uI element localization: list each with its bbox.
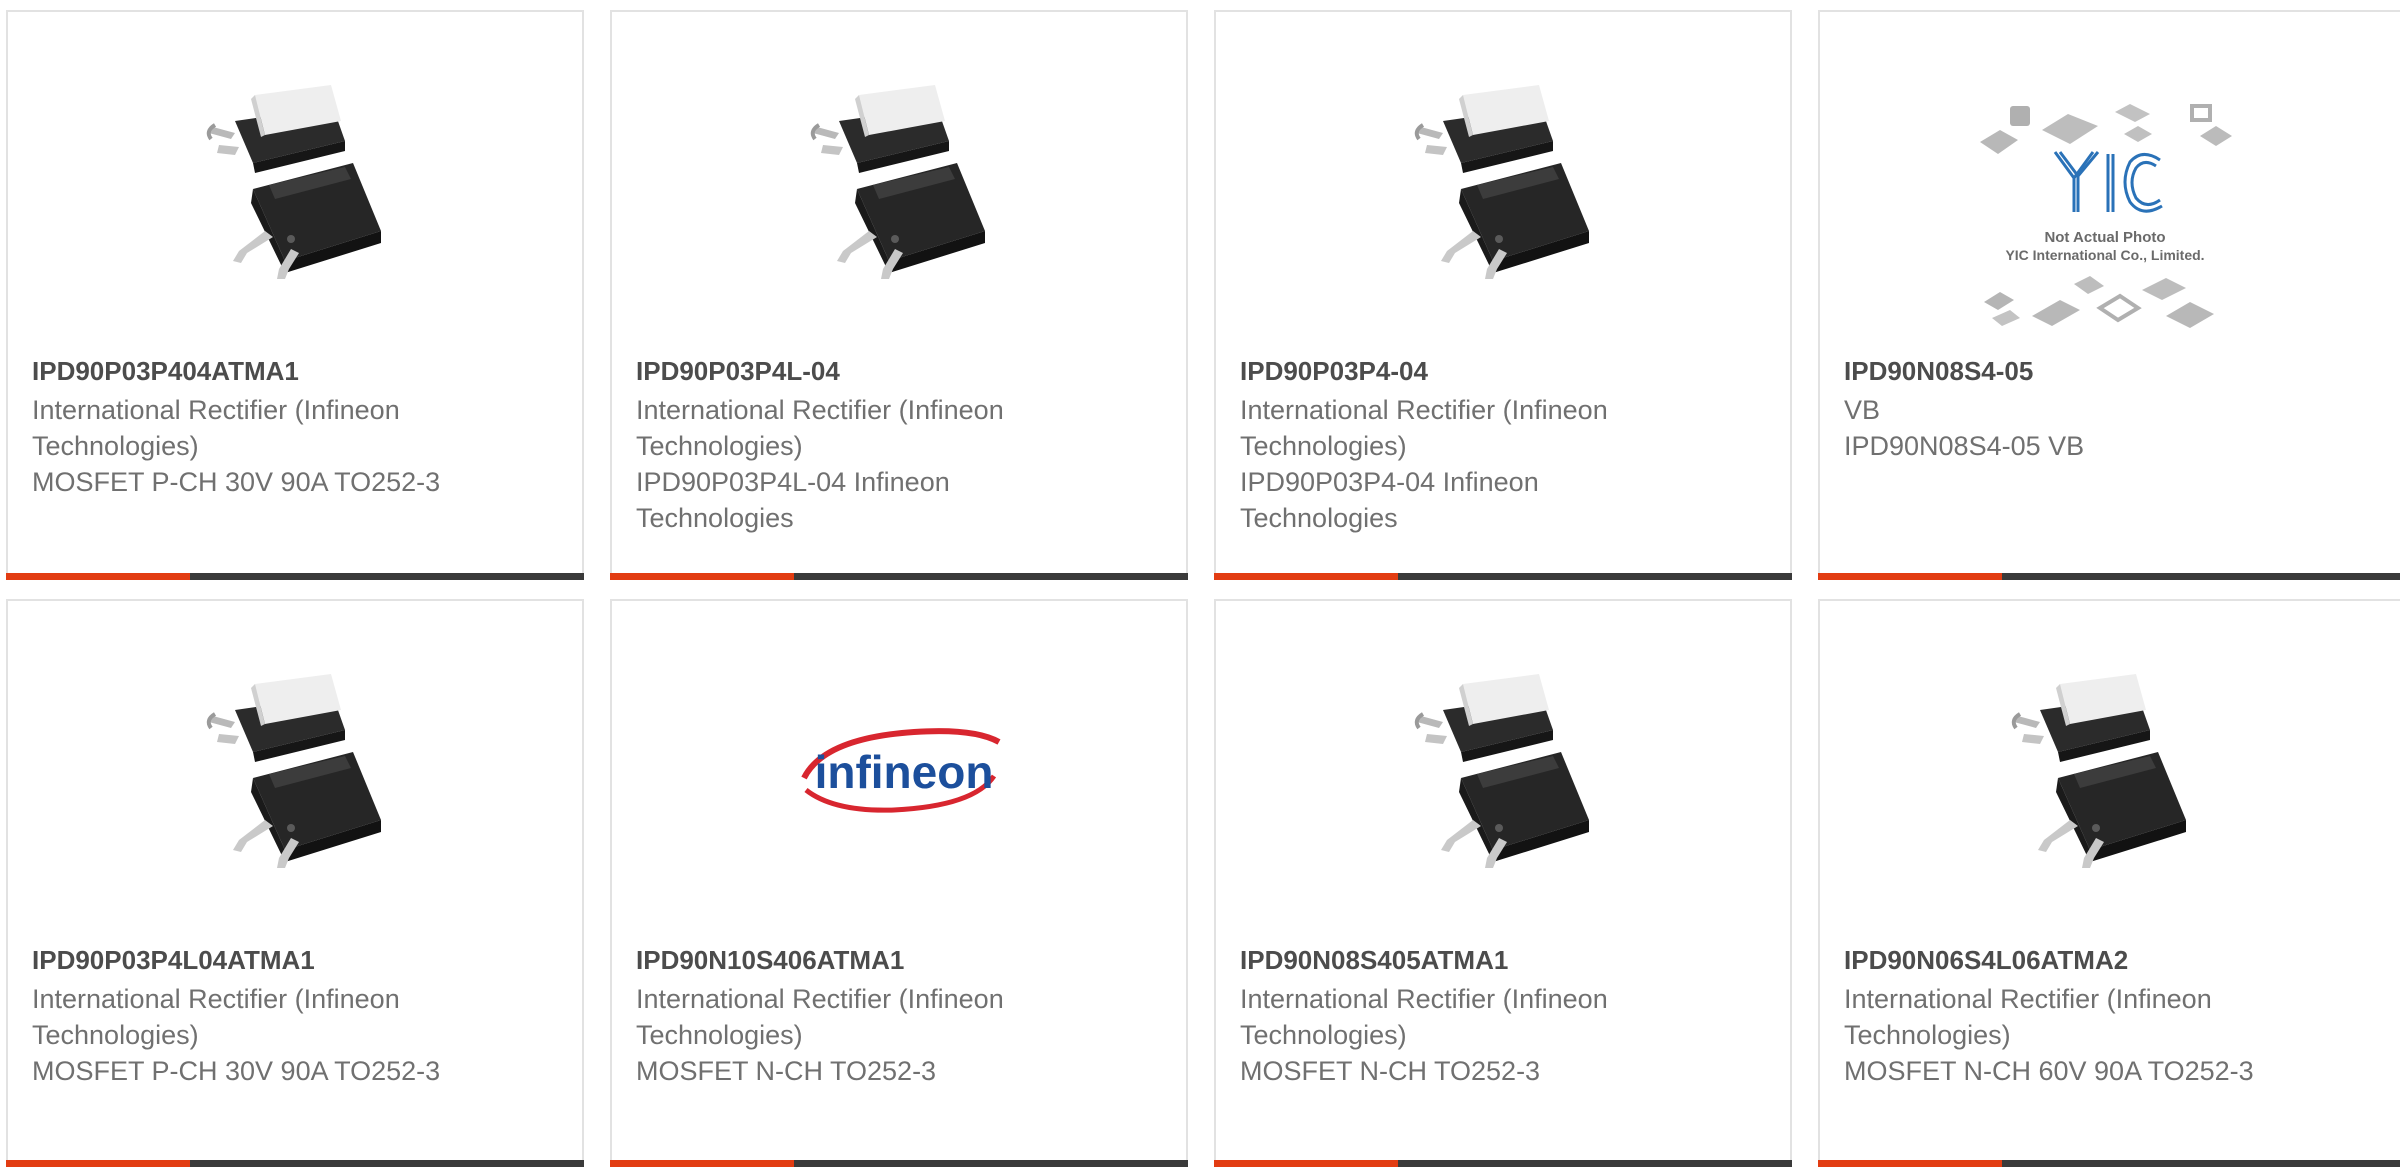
product-image[interactable]	[1820, 665, 2400, 875]
product-image[interactable]	[8, 665, 582, 875]
product-part-number[interactable]: IPD90N06S4L06ATMA2	[1844, 945, 2128, 975]
product-card[interactable]: IPD90P03P4-04 International Rectifier (I…	[1214, 10, 1792, 580]
card-bar-accent	[1818, 1160, 2002, 1167]
product-card[interactable]: IPD90P03P4L-04 International Rectifier (…	[610, 10, 1188, 580]
product-description: MOSFET P-CH 30V 90A TO252-3	[32, 1056, 441, 1086]
card-bar-accent	[1818, 573, 2002, 580]
product-description: IPD90N08S4-05 VB	[1844, 431, 2085, 461]
product-manufacturer: International Rectifier (Infineon Techno…	[1844, 984, 2212, 1050]
to252-package-icon	[195, 81, 395, 281]
product-card[interactable]: IPD90P03P4L04ATMA1 International Rectifi…	[6, 599, 584, 1167]
card-bottom-bar	[6, 1160, 584, 1167]
card-bar-accent	[610, 573, 794, 580]
card-bar-accent	[6, 573, 190, 580]
product-description: MOSFET N-CH TO252-3	[636, 1056, 937, 1086]
product-manufacturer: International Rectifier (Infineon Techno…	[32, 984, 400, 1050]
product-description: MOSFET N-CH 60V 90A TO252-3	[1844, 1056, 2254, 1086]
placeholder-company: YIC International Co., Limited.	[2005, 247, 2204, 263]
product-manufacturer: International Rectifier (Infineon Techno…	[32, 395, 400, 461]
product-image[interactable]	[612, 76, 1186, 286]
product-part-number[interactable]: IPD90N08S4-05	[1844, 356, 2033, 386]
placeholder-caption: Not Actual Photo	[2044, 229, 2165, 246]
product-part-number[interactable]: IPD90P03P404ATMA1	[32, 356, 299, 386]
infineon-logo-text: infineon	[815, 746, 994, 798]
card-bar-accent	[1214, 573, 1398, 580]
product-manufacturer: International Rectifier (Infineon Techno…	[636, 984, 1004, 1050]
product-manufacturer: International Rectifier (Infineon Techno…	[636, 395, 1004, 461]
product-description: IPD90P03P4-04 Infineon Technologies	[1240, 467, 1539, 533]
to252-package-icon	[195, 670, 395, 870]
infineon-logo: infineon	[801, 728, 1001, 813]
to252-package-icon	[2000, 670, 2200, 870]
card-bottom-bar	[6, 573, 584, 580]
card-bar-accent	[610, 1160, 794, 1167]
card-bottom-bar	[1214, 573, 1792, 580]
card-bottom-bar	[1818, 1160, 2400, 1167]
product-part-number[interactable]: IPD90N08S405ATMA1	[1240, 945, 1508, 975]
card-bar-accent	[6, 1160, 190, 1167]
product-image[interactable]: infineon	[612, 665, 1186, 875]
product-manufacturer: International Rectifier (Infineon Techno…	[1240, 395, 1608, 461]
product-part-number[interactable]: IPD90P03P4-04	[1240, 356, 1428, 386]
product-description: MOSFET P-CH 30V 90A TO252-3	[32, 467, 441, 497]
to252-package-icon	[799, 81, 999, 281]
card-bottom-bar	[1214, 1160, 1792, 1167]
product-part-number[interactable]: IPD90N10S406ATMA1	[636, 945, 904, 975]
product-image[interactable]	[1216, 665, 1790, 875]
product-grid: IPD90P03P404ATMA1 International Rectifie…	[0, 0, 2400, 1167]
product-card[interactable]: IPD90N08S405ATMA1 International Rectifie…	[1214, 599, 1792, 1167]
product-card[interactable]: IPD90N06S4L06ATMA2 International Rectifi…	[1818, 599, 2400, 1167]
card-bar-accent	[1214, 1160, 1398, 1167]
to252-package-icon	[1403, 670, 1603, 870]
to252-package-icon	[1403, 81, 1603, 281]
card-bottom-bar	[1818, 573, 2400, 580]
product-card[interactable]: infineon IPD90N10S406ATMA1 International…	[610, 599, 1188, 1167]
card-bottom-bar	[610, 1160, 1188, 1167]
product-manufacturer: VB	[1844, 395, 1881, 425]
product-card[interactable]: IPD90P03P404ATMA1 International Rectifie…	[6, 10, 584, 580]
product-part-number[interactable]: IPD90P03P4L04ATMA1	[32, 945, 315, 975]
product-image[interactable]: Not Actual Photo YIC International Co., …	[1820, 102, 2400, 352]
product-image[interactable]	[1216, 76, 1790, 286]
product-description: MOSFET N-CH TO252-3	[1240, 1056, 1541, 1086]
product-image[interactable]	[8, 76, 582, 286]
product-manufacturer: International Rectifier (Infineon Techno…	[1240, 984, 1608, 1050]
product-part-number[interactable]: IPD90P03P4L-04	[636, 356, 840, 386]
product-card[interactable]: Not Actual Photo YIC International Co., …	[1818, 10, 2400, 580]
yic-placeholder-icon: Not Actual Photo YIC International Co., …	[1980, 104, 2232, 328]
card-bottom-bar	[610, 573, 1188, 580]
product-description: IPD90P03P4L-04 Infineon Technologies	[636, 467, 950, 533]
